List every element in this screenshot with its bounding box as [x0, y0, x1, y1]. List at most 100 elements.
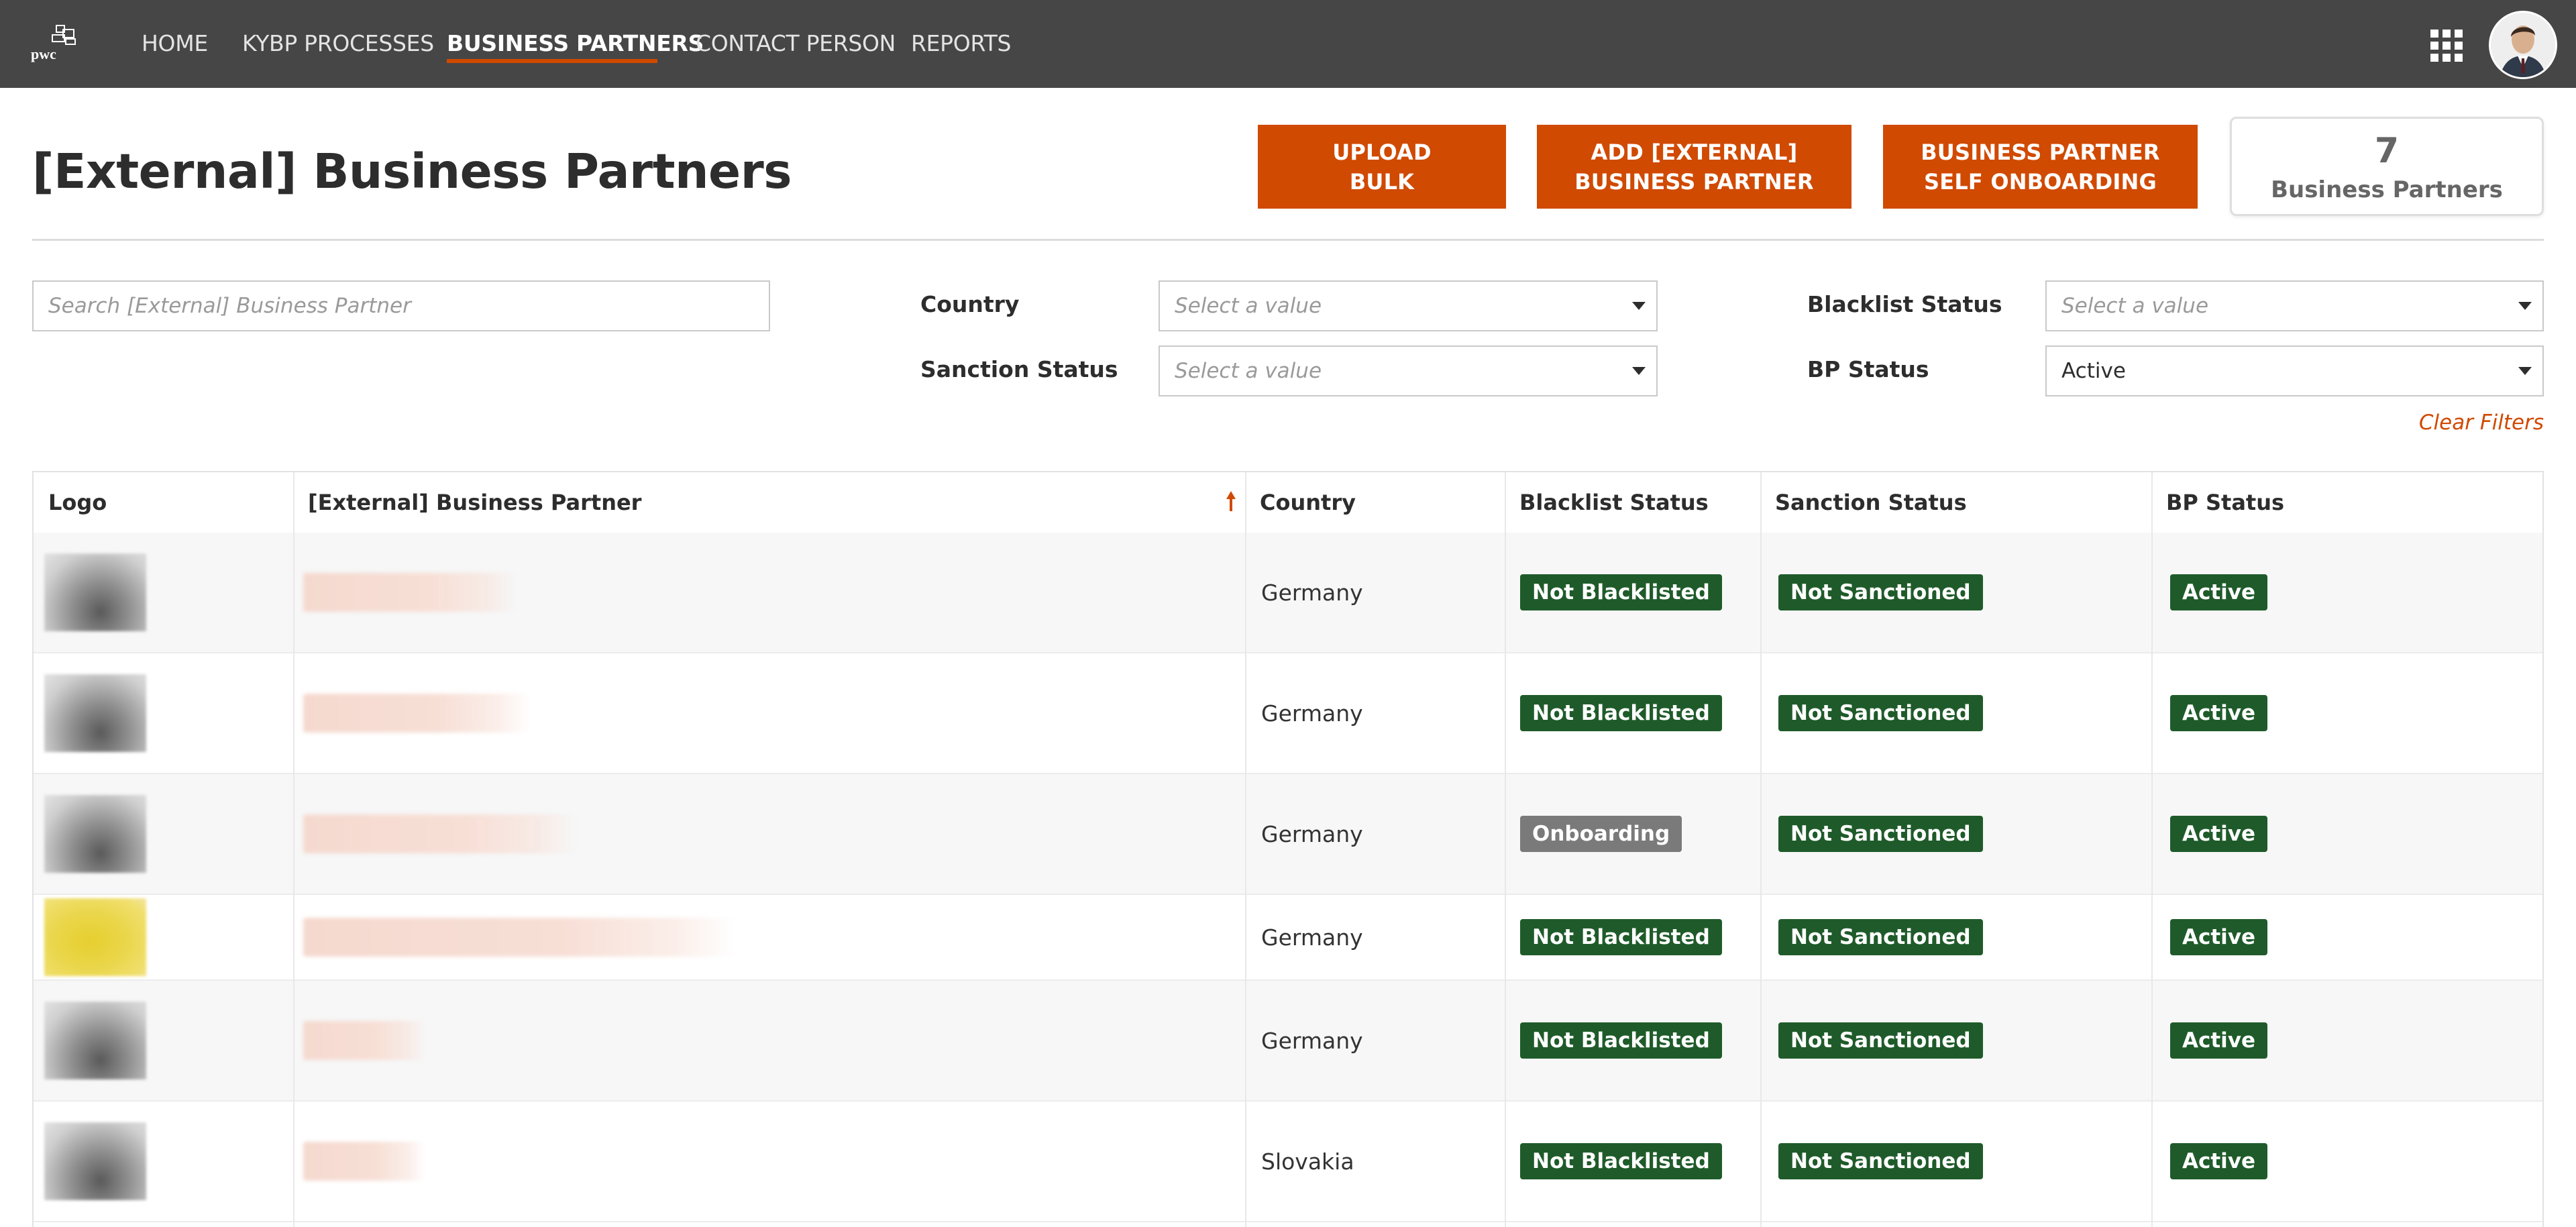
column-header-logo[interactable]: Logo — [34, 472, 293, 533]
column-divider — [293, 472, 294, 1227]
country-cell: Germany — [1261, 924, 1363, 951]
add-partner-label-line1: ADD [EXTERNAL] — [1591, 139, 1798, 165]
company-logo-image — [44, 553, 146, 631]
column-divider — [2151, 472, 2153, 1227]
country-filter-label: Country — [920, 291, 1020, 317]
company-logo-image — [44, 674, 146, 752]
blacklist-status-badge: Onboarding — [1520, 816, 1682, 852]
table-row[interactable]: Slovakia Not Blacklisted Not Sanctioned … — [34, 1102, 2542, 1222]
partner-count-value: 7 — [2374, 131, 2400, 171]
company-logo-image — [44, 1122, 146, 1200]
bp-status-badge: Active — [2170, 1022, 2268, 1059]
bp-status-select-value: Active — [2061, 359, 2126, 383]
country-select[interactable]: Select a value — [1159, 280, 1658, 331]
blacklist-status-select-value: Select a value — [2061, 294, 2209, 318]
column-header-bp-status[interactable]: BP Status — [2151, 472, 2542, 533]
add-business-partner-button[interactable]: ADD [EXTERNAL] BUSINESS PARTNER — [1537, 125, 1851, 209]
partner-name-redacted[interactable] — [303, 814, 577, 853]
partner-name-redacted[interactable] — [303, 1142, 425, 1181]
table-row[interactable]: Germany Not Blacklisted Not Sanctioned A… — [34, 981, 2542, 1102]
nav-reports[interactable]: REPORTS — [911, 27, 1012, 60]
blacklist-status-filter-label: Blacklist Status — [1807, 291, 2002, 317]
sanction-status-badge: Not Sanctioned — [1778, 695, 1983, 731]
bp-status-filter-label: BP Status — [1807, 356, 1929, 382]
column-header-blacklist-status[interactable]: Blacklist Status — [1505, 472, 1760, 533]
bp-status-badge: Active — [2170, 1143, 2268, 1179]
table-row[interactable]: Germany Not Blacklisted Not Sanctioned A… — [34, 895, 2542, 981]
table-header-row: Logo [External] Business Partner Country… — [34, 472, 2542, 534]
company-logo-image — [44, 795, 146, 873]
pwc-logo-icon: pwc — [31, 25, 76, 62]
top-navigation-bar: pwc HOME KYBP PROCESSES BUSINESS PARTNER… — [0, 0, 2576, 88]
business-partner-count-card: 7 Business Partners — [2230, 117, 2544, 216]
column-divider — [1505, 472, 1506, 1227]
table-row[interactable]: Germany Not Blacklisted Not Sanctioned A… — [34, 653, 2542, 774]
header-divider — [32, 239, 2544, 241]
blacklist-status-badge: Not Blacklisted — [1520, 1143, 1722, 1179]
bp-status-badge: Active — [2170, 816, 2268, 852]
bp-status-badge: Active — [2170, 919, 2268, 955]
sanction-status-badge: Not Sanctioned — [1778, 574, 1983, 610]
partner-name-redacted[interactable] — [303, 694, 530, 733]
column-header-business-partner[interactable]: [External] Business Partner — [293, 472, 1245, 533]
upload-bulk-label-line1: UPLOAD — [1332, 139, 1432, 165]
bp-status-select[interactable]: Active — [2045, 345, 2544, 396]
page-title: [External] Business Partners — [32, 144, 792, 199]
nav-kybp-processes[interactable]: KYBP PROCESSES — [242, 27, 434, 60]
self-onboarding-label-line2: SELF ONBOARDING — [1924, 168, 2157, 195]
company-logo-image — [44, 898, 146, 976]
apps-grid-icon[interactable] — [2430, 30, 2463, 62]
country-cell: Germany — [1261, 820, 1363, 847]
table-row[interactable]: Germany Onboarding Not Sanctioned Active — [34, 774, 2542, 895]
column-divider — [1245, 472, 1246, 1227]
country-cell: Slovakia — [1261, 1148, 1354, 1175]
column-header-sanction-status[interactable]: Sanction Status — [1760, 472, 2151, 533]
partner-name-redacted[interactable] — [303, 573, 517, 612]
column-divider — [1760, 472, 1762, 1227]
sanction-status-select[interactable]: Select a value — [1159, 345, 1658, 396]
company-logo-image — [44, 1002, 146, 1079]
upload-bulk-button[interactable]: UPLOAD BULK — [1258, 125, 1506, 209]
column-header-country[interactable]: Country — [1245, 472, 1505, 533]
country-select-value: Select a value — [1175, 294, 1322, 318]
partner-name-redacted[interactable] — [303, 1021, 425, 1060]
sanction-status-select-value: Select a value — [1175, 359, 1322, 383]
table-row[interactable]: Germany Not Blacklisted Not Sanctioned A… — [34, 533, 2542, 653]
nav-home[interactable]: HOME — [142, 27, 208, 60]
add-partner-label-line2: BUSINESS PARTNER — [1574, 168, 1814, 195]
blacklist-status-select[interactable]: Select a value — [2045, 280, 2544, 331]
blacklist-status-badge: Not Blacklisted — [1520, 919, 1722, 955]
partner-count-label: Business Partners — [2271, 176, 2503, 203]
chevron-down-icon — [2518, 302, 2532, 310]
country-cell: Germany — [1261, 1027, 1363, 1054]
blacklist-status-badge: Not Blacklisted — [1520, 574, 1722, 610]
sanction-status-badge: Not Sanctioned — [1778, 1143, 1983, 1179]
blacklist-status-badge: Not Blacklisted — [1520, 1022, 1722, 1059]
chevron-down-icon — [1632, 302, 1646, 310]
nav-contact-person[interactable]: CONTACT PERSON — [696, 27, 896, 60]
pwc-logo[interactable]: pwc — [28, 24, 79, 63]
upload-bulk-label-line2: BULK — [1349, 168, 1415, 195]
business-partners-table: Logo [External] Business Partner Country… — [32, 471, 2544, 1227]
sanction-status-badge: Not Sanctioned — [1778, 816, 1983, 852]
nav-business-partners[interactable]: BUSINESS PARTNERS — [447, 27, 704, 60]
clear-filters-link[interactable]: Clear Filters — [2419, 411, 2544, 435]
partner-name-redacted[interactable] — [303, 918, 736, 957]
user-avatar-icon — [2491, 13, 2555, 77]
active-nav-underline — [447, 59, 657, 63]
sanction-status-badge: Not Sanctioned — [1778, 1022, 1983, 1059]
country-cell: Germany — [1261, 700, 1363, 727]
search-placeholder: Search [External] Business Partner — [48, 294, 411, 318]
search-input[interactable]: Search [External] Business Partner — [32, 280, 770, 331]
svg-text:pwc: pwc — [31, 46, 56, 62]
self-onboarding-button[interactable]: BUSINESS PARTNER SELF ONBOARDING — [1883, 125, 2198, 209]
sanction-status-badge: Not Sanctioned — [1778, 919, 1983, 955]
bp-status-badge: Active — [2170, 574, 2268, 610]
country-cell: Germany — [1261, 579, 1363, 606]
sort-ascending-arrow-icon[interactable] — [1224, 488, 1238, 515]
blacklist-status-badge: Not Blacklisted — [1520, 695, 1722, 731]
sanction-status-filter-label: Sanction Status — [920, 356, 1118, 382]
self-onboarding-label-line1: BUSINESS PARTNER — [1921, 139, 2160, 165]
user-avatar[interactable] — [2489, 11, 2557, 79]
chevron-down-icon — [2518, 367, 2532, 375]
